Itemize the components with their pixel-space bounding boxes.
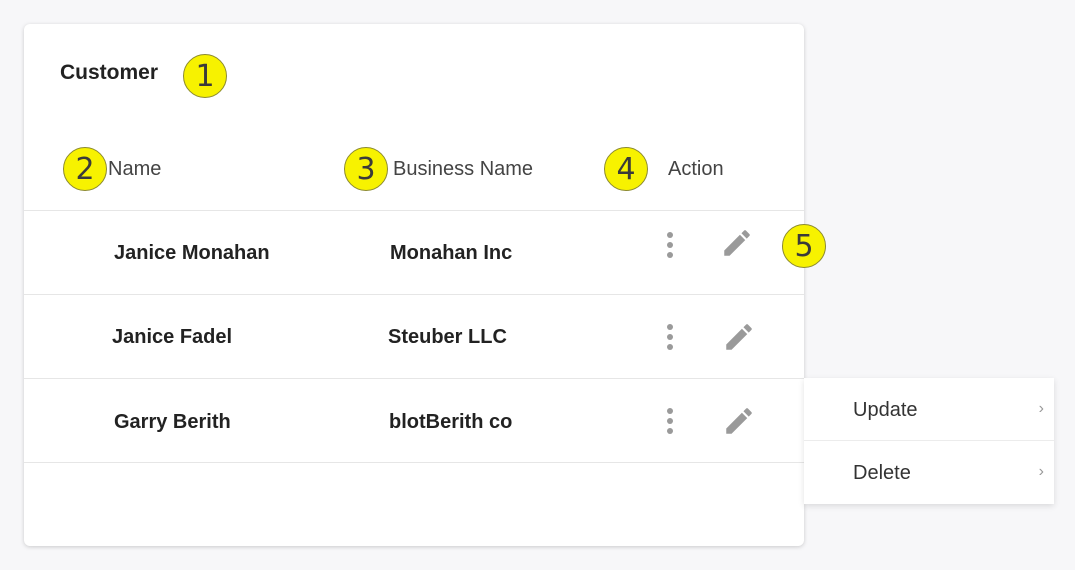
pencil-icon[interactable] bbox=[720, 226, 754, 260]
annotation-badge-2: 2 bbox=[63, 147, 107, 191]
header-divider bbox=[24, 210, 804, 211]
column-header-business-name[interactable]: Business Name bbox=[393, 158, 533, 181]
cell-business-name: Steuber LLC bbox=[388, 326, 507, 348]
row-divider bbox=[24, 294, 804, 295]
annotation-badge-3: 3 bbox=[344, 147, 388, 191]
more-vertical-icon[interactable] bbox=[660, 404, 680, 438]
menu-item-label: Delete bbox=[853, 462, 911, 484]
annotation-badge-4: 4 bbox=[604, 147, 648, 191]
cell-name: Janice Fadel bbox=[112, 326, 233, 348]
cell-name: Garry Berith bbox=[114, 411, 231, 433]
menu-item-update[interactable]: Update › bbox=[804, 378, 1054, 441]
chevron-right-icon: › bbox=[1038, 463, 1044, 480]
chevron-right-icon: › bbox=[1038, 400, 1044, 417]
more-vertical-icon[interactable] bbox=[660, 228, 680, 262]
more-vertical-icon[interactable] bbox=[660, 320, 680, 354]
card-title: Customer bbox=[60, 61, 159, 84]
row-divider bbox=[24, 378, 804, 379]
cell-business-name: blotBerith co bbox=[389, 411, 513, 433]
menu-item-label: Update bbox=[853, 399, 918, 421]
row-context-menu: Update › Delete › bbox=[804, 378, 1054, 504]
pencil-icon[interactable] bbox=[722, 404, 756, 438]
customer-card: Customer Name Business Name Action Janic… bbox=[24, 24, 804, 546]
cell-name: Janice Monahan bbox=[114, 242, 270, 264]
menu-item-delete[interactable]: Delete › bbox=[804, 441, 1054, 504]
cell-business-name: Monahan Inc bbox=[390, 242, 513, 264]
annotation-badge-1: 1 bbox=[183, 54, 227, 98]
annotation-badge-5: 5 bbox=[782, 224, 826, 268]
column-header-name[interactable]: Name bbox=[108, 158, 161, 181]
pencil-icon[interactable] bbox=[722, 320, 756, 354]
row-divider bbox=[24, 462, 804, 463]
column-header-action: Action bbox=[668, 158, 724, 180]
